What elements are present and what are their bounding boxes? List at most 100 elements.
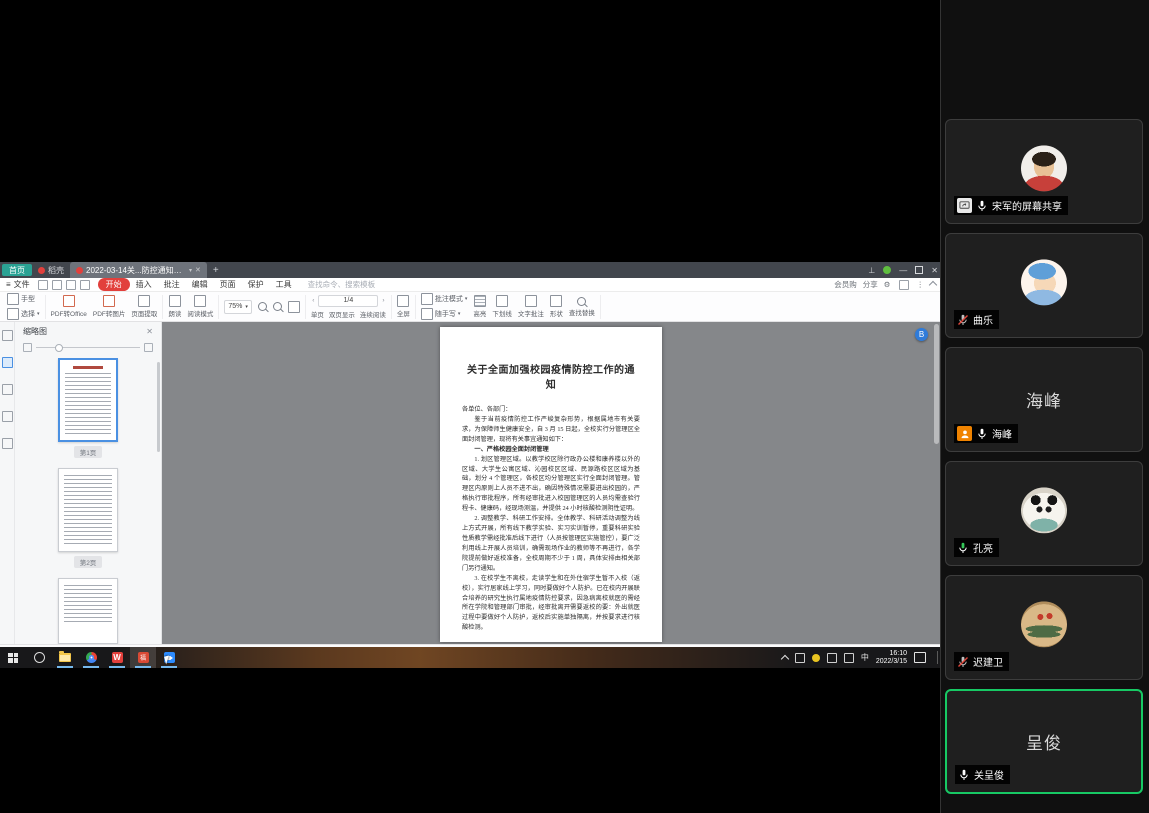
folder-icon	[59, 653, 71, 662]
share-button[interactable]: 分享	[863, 279, 878, 290]
settings-gear-icon[interactable]: ⚙	[884, 280, 891, 289]
menu-item-page[interactable]: 页面	[214, 279, 242, 290]
print-icon[interactable]	[52, 280, 62, 290]
menu-item-edit[interactable]: 编辑	[186, 279, 214, 290]
select-tool-button[interactable]: 选择▾	[7, 308, 40, 320]
thumbnail-page-1[interactable]	[58, 358, 118, 442]
menu-item-protect[interactable]: 保护	[242, 279, 270, 290]
shape-button[interactable]: 形状	[550, 295, 563, 318]
app-tray-icon[interactable]	[812, 654, 820, 662]
annotate-mode-button[interactable]: 批注模式▾	[421, 293, 468, 305]
view-continuous-button[interactable]: 连续阅读	[360, 309, 386, 319]
enlarge-thumbs-icon[interactable]	[144, 343, 153, 352]
wps-button[interactable]: W	[104, 647, 130, 668]
pdf-to-image-button[interactable]: PDF转图片	[93, 295, 126, 318]
new-tab-button[interactable]: +	[213, 265, 219, 276]
view-single-button[interactable]: 单页	[311, 309, 324, 319]
text-note-button[interactable]: 文字批注	[518, 295, 544, 318]
participant-tile-songjun[interactable]: 宋军的屏幕共享	[945, 119, 1143, 224]
minimize-button[interactable]: —	[899, 266, 907, 275]
document-scrollbar[interactable]	[934, 324, 939, 444]
speaker-icon-tray[interactable]	[827, 653, 837, 663]
thumbnail-page-2[interactable]	[58, 468, 118, 552]
participant-tile-haifeng[interactable]: 海峰 海峰	[945, 347, 1143, 452]
command-search[interactable]: 查找命令、搜索模板	[308, 279, 376, 290]
find-replace-button[interactable]: 查找替换	[569, 297, 595, 317]
document-viewport[interactable]: 关于全面加强校园疫情防控工作的通知 各单位、各部门： 鉴于当前疫情防控工作严峻复…	[162, 322, 940, 644]
file-explorer-button[interactable]	[52, 647, 78, 668]
next-page-button[interactable]: ›	[382, 297, 384, 304]
docer-icon	[38, 267, 45, 274]
shrink-thumbs-icon[interactable]	[23, 343, 32, 352]
document-tab[interactable]: 2022-03-14关...防控通知2.pdf ▾ ✕	[70, 262, 207, 278]
network-icon[interactable]	[844, 653, 854, 663]
pdf-page-1: 关于全面加强校园疫情防控工作的通知 各单位、各部门： 鉴于当前疫情防控工作严峻复…	[440, 327, 662, 642]
more-icon[interactable]: ⋮	[917, 280, 925, 289]
pdf-to-office-button[interactable]: PDF转Office	[51, 295, 87, 318]
underline-icon	[496, 295, 508, 307]
layout-icon[interactable]: ⊥	[868, 266, 875, 275]
close-button[interactable]: ✕	[931, 266, 938, 275]
tray-expand-icon[interactable]	[781, 654, 789, 662]
thumbnail-panel-icon[interactable]	[2, 357, 13, 368]
member-shop-button[interactable]: 会员购	[834, 279, 857, 290]
menu-item-tools[interactable]: 工具	[270, 279, 298, 290]
participant-tile-chijianwei[interactable]: 迟建卫	[945, 575, 1143, 680]
search-button[interactable]	[26, 647, 52, 668]
hand-tool-button[interactable]: 手型	[7, 293, 40, 305]
view-double-button[interactable]: 双页显示	[329, 309, 355, 319]
read-aloud-button[interactable]: 朗读	[168, 295, 181, 318]
account-avatar[interactable]	[883, 266, 891, 274]
undo-icon[interactable]	[66, 280, 76, 290]
file-menu[interactable]: ≡ 文件	[0, 279, 36, 290]
save-icon[interactable]	[38, 280, 48, 290]
page-extract-button[interactable]: 页面提取	[131, 295, 157, 318]
assistant-float-badge[interactable]: B	[915, 328, 928, 341]
home-tab-button[interactable]: 首页	[2, 264, 32, 276]
start-button[interactable]	[0, 647, 26, 668]
meeting-participant-sidebar: 宋军的屏幕共享 曲乐 海峰 海峰 孔亮	[940, 0, 1149, 813]
chrome-button[interactable]	[78, 647, 104, 668]
bookmark-panel-icon[interactable]	[2, 438, 13, 449]
pen-tray-icon[interactable]	[795, 653, 805, 663]
thumbnail-page-3[interactable]	[58, 578, 118, 644]
zoom-combo[interactable]: 75%▾	[224, 300, 252, 314]
freehand-button[interactable]: 随手写▾	[421, 308, 468, 320]
menu-item-comment[interactable]: 批注	[158, 279, 186, 290]
redo-icon[interactable]	[80, 280, 90, 290]
display-icon[interactable]	[899, 280, 909, 290]
underline-button[interactable]: 下划线	[492, 295, 512, 318]
zoom-out-icon[interactable]	[273, 302, 282, 311]
zoom-in-icon[interactable]	[258, 302, 267, 311]
attachment-panel-icon[interactable]	[2, 411, 13, 422]
highlight-icon	[474, 295, 486, 307]
collapse-ribbon-icon[interactable]	[929, 280, 937, 288]
maximize-button[interactable]	[915, 266, 923, 274]
fullscreen-button[interactable]: 全屏	[397, 295, 410, 318]
page-indicator[interactable]: 1/4	[318, 295, 378, 307]
thumbnail-size-slider[interactable]	[15, 341, 161, 358]
outline-panel-icon[interactable]	[2, 330, 13, 341]
clock-date: 2022/3/15	[876, 658, 907, 666]
menu-item-start[interactable]: 开始	[98, 278, 130, 291]
fit-page-icon[interactable]	[288, 301, 300, 313]
tab-caret-icon[interactable]: ▾	[189, 267, 192, 274]
menu-item-insert[interactable]: 插入	[130, 279, 158, 290]
read-mode-button[interactable]: 阅读模式	[187, 295, 213, 318]
docer-tab[interactable]: 稻壳	[32, 262, 70, 278]
tab-close-icon[interactable]: ✕	[195, 266, 201, 274]
participant-tile-guanchengjun[interactable]: 呈俊 关呈俊	[945, 689, 1143, 794]
highlight-button[interactable]: 高亮	[473, 295, 486, 318]
slider-knob[interactable]	[55, 344, 63, 352]
action-center-icon[interactable]	[914, 652, 926, 663]
panel-close-icon[interactable]: ✕	[146, 327, 153, 336]
thumbnail-scrollbar[interactable]	[157, 362, 160, 452]
taskbar-clock[interactable]: 16:10 2022/3/15	[876, 650, 907, 665]
comment-panel-icon[interactable]	[2, 384, 13, 395]
participant-tile-kongliang[interactable]: 孔亮	[945, 461, 1143, 566]
document-tab-title: 2022-03-14关...防控通知2.pdf	[86, 265, 186, 276]
prev-page-button[interactable]: ‹	[312, 297, 314, 304]
input-method-indicator[interactable]: 中	[861, 652, 869, 663]
pdf-reader-taskbar-button[interactable]: 福	[130, 647, 156, 668]
participant-tile-qule[interactable]: 曲乐	[945, 233, 1143, 338]
